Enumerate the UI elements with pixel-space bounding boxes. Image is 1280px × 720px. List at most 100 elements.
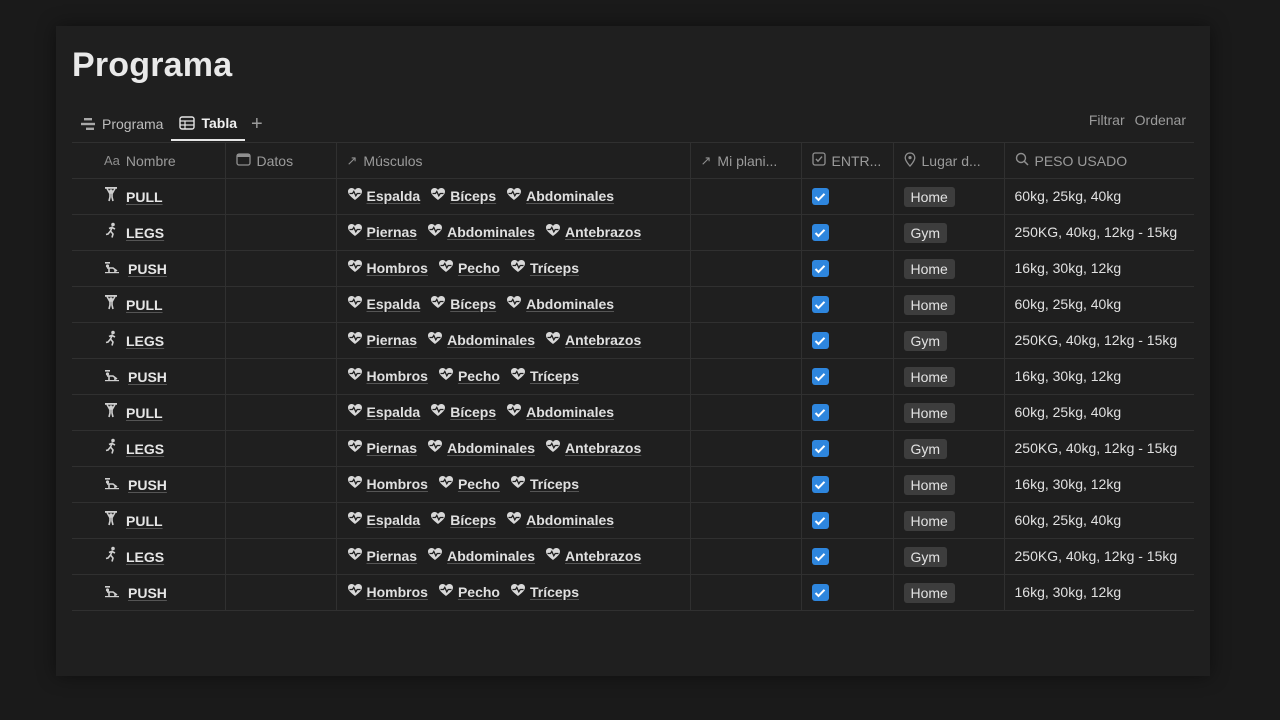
checkbox-checked[interactable]: [811, 332, 829, 349]
muscle-relation[interactable]: Pecho: [438, 583, 500, 600]
checkbox-checked[interactable]: [811, 512, 829, 529]
cell-nombre[interactable]: PUSH: [72, 358, 226, 395]
muscle-relation[interactable]: Abdominales: [427, 223, 535, 240]
cell-musculos[interactable]: Hombros Pecho Tríceps: [336, 466, 691, 503]
muscle-relation[interactable]: Bíceps: [430, 511, 496, 528]
muscle-relation[interactable]: Antebrazos: [545, 439, 641, 456]
checkbox-checked[interactable]: [811, 548, 829, 565]
cell-datos[interactable]: [225, 502, 337, 539]
muscle-relation[interactable]: Hombros: [347, 583, 428, 600]
cell-mi-planificacion[interactable]: [690, 358, 802, 395]
cell-lugar[interactable]: Home: [893, 178, 1005, 215]
cell-entrenado[interactable]: [801, 430, 894, 467]
table-row[interactable]: PULL Espalda Bíceps Abdominales Home 60kg, 25…: [72, 178, 1194, 215]
cell-mi-planificacion[interactable]: [690, 286, 802, 323]
cell-peso-usado[interactable]: 250KG, 40kg, 12kg - 15kg: [1004, 538, 1194, 575]
checkbox-checked[interactable]: [811, 368, 829, 385]
muscle-relation[interactable]: Abdominales: [427, 547, 535, 564]
cell-peso-usado[interactable]: 16kg, 30kg, 12kg: [1004, 466, 1194, 503]
table-row[interactable]: LEGS Piernas Abdominales Antebrazos Gym 250KG…: [72, 322, 1194, 359]
muscle-relation[interactable]: Abdominales: [427, 439, 535, 456]
cell-mi-planificacion[interactable]: [690, 178, 802, 215]
cell-lugar[interactable]: Gym: [893, 214, 1005, 251]
row-name[interactable]: PULL: [126, 405, 163, 421]
cell-entrenado[interactable]: [801, 358, 894, 395]
muscle-relation[interactable]: Abdominales: [506, 403, 614, 420]
muscle-relation[interactable]: Espalda: [347, 187, 420, 204]
cell-musculos[interactable]: Hombros Pecho Tríceps: [336, 574, 691, 611]
table-row[interactable]: PULL Espalda Bíceps Abdominales Home 60kg, 25…: [72, 286, 1194, 323]
muscle-relation[interactable]: Bíceps: [430, 187, 496, 204]
cell-mi-planificacion[interactable]: [690, 250, 802, 287]
muscle-relation[interactable]: Espalda: [347, 511, 420, 528]
cell-peso-usado[interactable]: 60kg, 25kg, 40kg: [1004, 286, 1194, 323]
row-name[interactable]: PUSH: [128, 477, 167, 493]
cell-datos[interactable]: [225, 574, 337, 611]
cell-entrenado[interactable]: [801, 178, 894, 215]
cell-lugar[interactable]: Home: [893, 394, 1005, 431]
cell-musculos[interactable]: Piernas Abdominales Antebrazos: [336, 538, 691, 575]
cell-datos[interactable]: [225, 286, 337, 323]
cell-nombre[interactable]: LEGS: [72, 322, 226, 359]
row-name[interactable]: PUSH: [128, 369, 167, 385]
checkbox-checked[interactable]: [811, 404, 829, 421]
cell-datos[interactable]: [225, 178, 337, 215]
filter-button[interactable]: Filtrar: [1089, 112, 1125, 128]
cell-lugar[interactable]: Home: [893, 250, 1005, 287]
cell-mi-planificacion[interactable]: [690, 430, 802, 467]
muscle-relation[interactable]: Tríceps: [510, 583, 579, 600]
cell-peso-usado[interactable]: 60kg, 25kg, 40kg: [1004, 394, 1194, 431]
cell-mi-planificacion[interactable]: [690, 574, 802, 611]
table-row[interactable]: PUSH Hombros Pecho Tríceps Home 16kg, 30kg, 1…: [72, 358, 1194, 395]
cell-mi-planificacion[interactable]: [690, 466, 802, 503]
muscle-relation[interactable]: Abdominales: [506, 187, 614, 204]
muscle-relation[interactable]: Hombros: [347, 475, 428, 492]
checkbox-checked[interactable]: [811, 188, 829, 205]
cell-nombre[interactable]: PULL: [72, 502, 226, 539]
cell-nombre[interactable]: LEGS: [72, 214, 226, 251]
muscle-relation[interactable]: Bíceps: [430, 295, 496, 312]
row-name[interactable]: LEGS: [126, 441, 164, 457]
table-row[interactable]: LEGS Piernas Abdominales Antebrazos Gym 250KG…: [72, 214, 1194, 251]
row-name[interactable]: LEGS: [126, 549, 164, 565]
cell-musculos[interactable]: Hombros Pecho Tríceps: [336, 250, 691, 287]
cell-entrenado[interactable]: [801, 250, 894, 287]
row-name[interactable]: PUSH: [128, 261, 167, 277]
cell-peso-usado[interactable]: 16kg, 30kg, 12kg: [1004, 358, 1194, 395]
cell-musculos[interactable]: Espalda Bíceps Abdominales: [336, 286, 691, 323]
cell-datos[interactable]: [225, 250, 337, 287]
row-name[interactable]: LEGS: [126, 333, 164, 349]
cell-datos[interactable]: [225, 430, 337, 467]
cell-entrenado[interactable]: [801, 322, 894, 359]
muscle-relation[interactable]: Antebrazos: [545, 223, 641, 240]
muscle-relation[interactable]: Pecho: [438, 259, 500, 276]
table-row[interactable]: PUSH Hombros Pecho Tríceps Home 16kg, 30kg, 1…: [72, 250, 1194, 287]
cell-lugar[interactable]: Gym: [893, 430, 1005, 467]
muscle-relation[interactable]: Abdominales: [506, 295, 614, 312]
cell-datos[interactable]: [225, 466, 337, 503]
cell-datos[interactable]: [225, 394, 337, 431]
column-header-peso-usado[interactable]: PESO USADO: [1004, 142, 1194, 179]
checkbox-checked[interactable]: [811, 296, 829, 313]
muscle-relation[interactable]: Piernas: [347, 547, 417, 564]
cell-entrenado[interactable]: [801, 466, 894, 503]
checkbox-checked[interactable]: [811, 440, 829, 457]
cell-peso-usado[interactable]: 250KG, 40kg, 12kg - 15kg: [1004, 214, 1194, 251]
cell-mi-planificacion[interactable]: [690, 502, 802, 539]
muscle-relation[interactable]: Espalda: [347, 295, 420, 312]
cell-musculos[interactable]: Piernas Abdominales Antebrazos: [336, 214, 691, 251]
cell-mi-planificacion[interactable]: [690, 394, 802, 431]
cell-mi-planificacion[interactable]: [690, 322, 802, 359]
cell-datos[interactable]: [225, 538, 337, 575]
muscle-relation[interactable]: Espalda: [347, 403, 420, 420]
cell-peso-usado[interactable]: 250KG, 40kg, 12kg - 15kg: [1004, 430, 1194, 467]
cell-entrenado[interactable]: [801, 214, 894, 251]
cell-lugar[interactable]: Home: [893, 286, 1005, 323]
cell-nombre[interactable]: PUSH: [72, 574, 226, 611]
cell-peso-usado[interactable]: 250KG, 40kg, 12kg - 15kg: [1004, 322, 1194, 359]
cell-nombre[interactable]: PULL: [72, 394, 226, 431]
muscle-relation[interactable]: Hombros: [347, 259, 428, 276]
row-name[interactable]: PULL: [126, 189, 163, 205]
table-row[interactable]: PUSH Hombros Pecho Tríceps Home 16kg, 30kg, 1…: [72, 574, 1194, 611]
cell-peso-usado[interactable]: 16kg, 30kg, 12kg: [1004, 574, 1194, 611]
